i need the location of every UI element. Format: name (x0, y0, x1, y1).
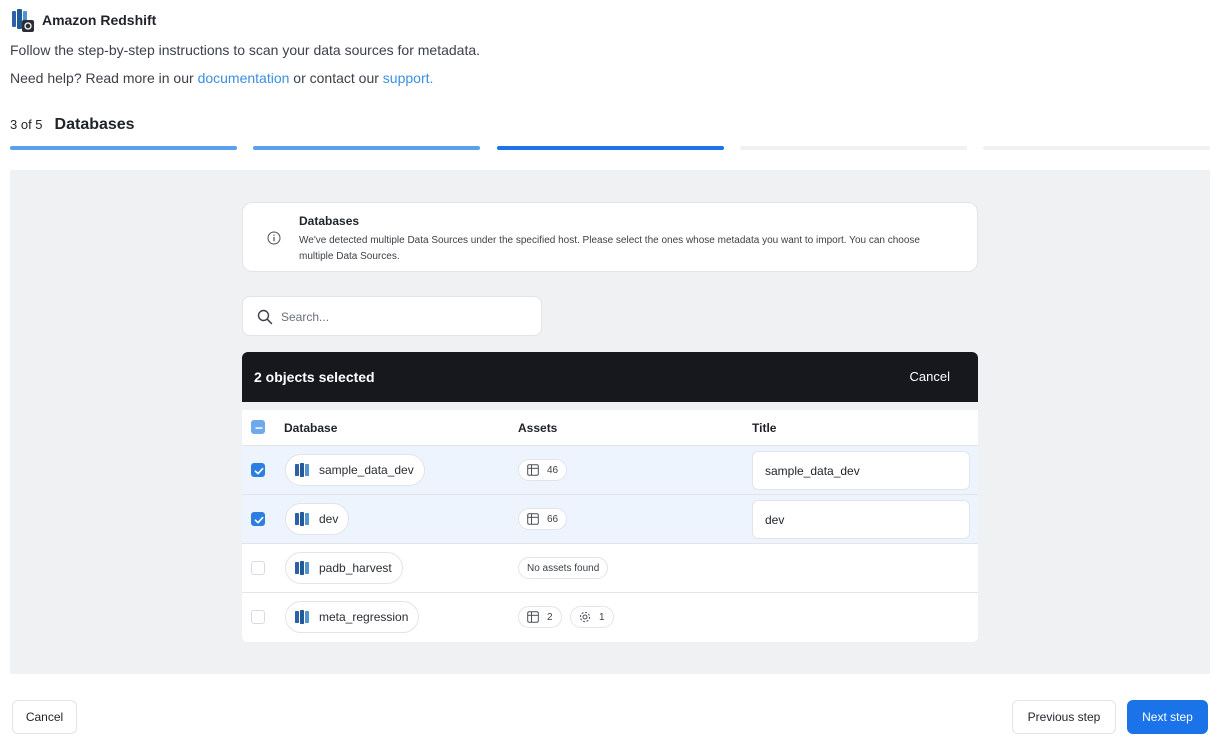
content-panel: Databases We've detected multiple Data S… (10, 170, 1210, 674)
database-pill: meta_regression (285, 601, 420, 633)
step-title: Databases (54, 116, 135, 133)
cancel-button[interactable]: Cancel (12, 700, 77, 734)
progress-segment-4 (739, 146, 967, 150)
step-indicator: 3 of 5 Databases (10, 116, 135, 134)
previous-step-button[interactable]: Previous step (1012, 700, 1116, 734)
info-icon (267, 231, 281, 245)
search-box (242, 296, 542, 336)
database-icon (295, 463, 309, 477)
help-middle: or contact our (289, 70, 383, 86)
title-input[interactable] (752, 500, 970, 539)
databases-table: Database Assets Title sample_data_dev 46… (242, 410, 978, 642)
table-count: 46 (547, 464, 559, 476)
database-pill: dev (285, 503, 350, 535)
support-link[interactable]: support. (383, 70, 434, 86)
database-icon (295, 512, 309, 526)
table-count-chip: 66 (518, 508, 568, 530)
table-count: 2 (547, 611, 553, 623)
database-name: sample_data_dev (319, 463, 414, 477)
help-prefix: Need help? Read more in our (10, 70, 198, 86)
info-text: We've detected multiple Data Sources und… (299, 235, 920, 262)
table-row[interactable]: sample_data_dev 46 (242, 446, 978, 495)
database-name: padb_harvest (319, 561, 392, 575)
table-count: 66 (547, 513, 559, 525)
table-icon (527, 464, 539, 476)
table-row[interactable]: meta_regression 2 1 (242, 593, 978, 642)
procedure-count: 1 (599, 611, 605, 623)
table-row[interactable]: dev 66 (242, 495, 978, 544)
brand: Amazon Redshift (10, 8, 1210, 32)
column-header-assets[interactable]: Assets (518, 421, 557, 435)
column-header-database[interactable]: Database (284, 421, 337, 435)
checkbox-check-icon (254, 516, 264, 524)
app-title: Amazon Redshift (42, 12, 157, 28)
progress-segment-1 (10, 146, 237, 150)
table-icon (527, 611, 539, 623)
checkbox-check-icon (254, 467, 264, 475)
selection-cancel-button[interactable]: Cancel (910, 369, 950, 384)
search-icon (257, 309, 273, 325)
table-count-chip: 2 (518, 606, 562, 628)
progress-segment-5 (983, 146, 1210, 150)
row-checkbox[interactable] (251, 561, 265, 575)
database-pill: sample_data_dev (285, 454, 425, 486)
selection-count: 2 objects selected (254, 369, 375, 385)
selection-bar: 2 objects selected Cancel (242, 352, 978, 402)
column-header-title[interactable]: Title (752, 421, 776, 435)
table-count-chip: 46 (518, 459, 568, 481)
row-checkbox[interactable] (251, 463, 265, 477)
table-row[interactable]: padb_harvest No assets found (242, 544, 978, 593)
info-title: Databases (299, 214, 360, 228)
redshift-logo-icon (10, 8, 34, 32)
documentation-link[interactable]: documentation (198, 70, 290, 86)
help-text: Need help? Read more in our documentatio… (10, 68, 1210, 88)
progress-segment-3 (496, 146, 724, 150)
database-pill: padb_harvest (285, 552, 403, 584)
gear-icon (579, 611, 591, 623)
step-counter: 3 of 5 (10, 117, 43, 132)
procedure-count-chip: 1 (570, 606, 614, 628)
table-header: Database Assets Title (242, 410, 978, 446)
row-checkbox[interactable] (251, 512, 265, 526)
row-checkbox[interactable] (251, 610, 265, 624)
database-icon (295, 561, 309, 575)
table-icon (527, 513, 539, 525)
title-input[interactable] (752, 451, 970, 490)
database-icon (295, 610, 309, 624)
step-progress (10, 146, 1210, 150)
next-step-button[interactable]: Next step (1127, 700, 1208, 734)
no-assets-chip: No assets found (518, 557, 609, 579)
progress-segment-2 (253, 146, 481, 150)
intro-text: Follow the step-by-step instructions to … (10, 42, 481, 58)
select-all-checkbox[interactable] (251, 420, 265, 434)
database-name: meta_regression (319, 610, 409, 624)
checkbox-mixed-icon (255, 427, 263, 429)
info-callout: Databases We've detected multiple Data S… (242, 202, 978, 272)
search-input[interactable] (281, 305, 531, 329)
page-header: Amazon Redshift Follow the step-by-step … (10, 8, 1210, 88)
database-name: dev (319, 512, 339, 526)
